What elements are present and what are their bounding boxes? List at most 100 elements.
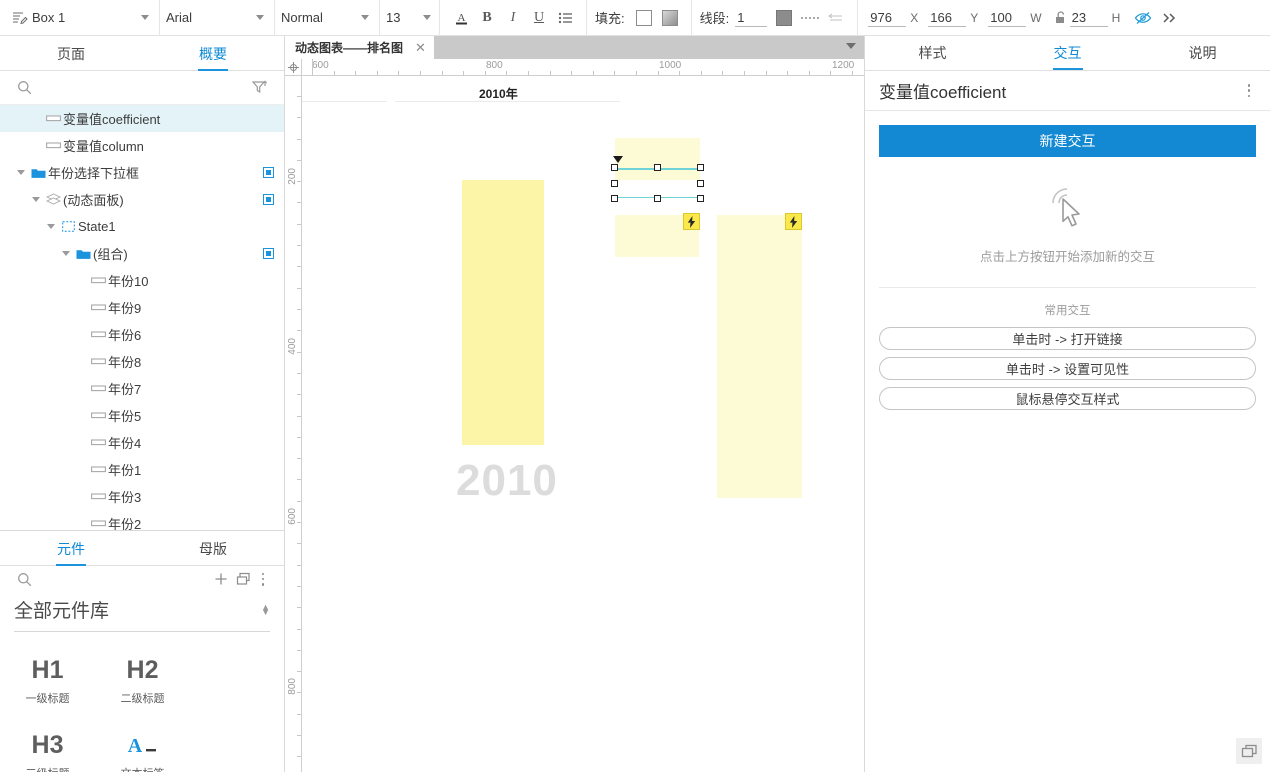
line-arrow-style-button[interactable] bbox=[823, 5, 849, 31]
tab-interactions[interactable]: 交互 bbox=[1000, 36, 1135, 70]
interaction-badge-2[interactable] bbox=[785, 213, 802, 230]
outline-node[interactable]: 年份5 bbox=[0, 402, 284, 429]
h-ruler-tick bbox=[722, 71, 723, 75]
duplicate-icon[interactable] bbox=[232, 566, 256, 592]
kebab-menu-icon[interactable] bbox=[256, 572, 271, 586]
library-widget-item[interactable]: H3 三级标题 bbox=[0, 717, 95, 772]
resize-handle[interactable] bbox=[611, 164, 618, 171]
outline-node[interactable]: 年份7 bbox=[0, 375, 284, 402]
font-color-icon[interactable]: A bbox=[448, 5, 474, 31]
tab-pages[interactable]: 页面 bbox=[0, 36, 142, 71]
common-interaction-item[interactable]: 单击时 -> 打开链接 bbox=[879, 327, 1256, 350]
chevron-down-icon[interactable] bbox=[846, 43, 856, 49]
canvas-tab-active[interactable]: 动态图表——排名图 ✕ bbox=[285, 36, 434, 59]
canvas-surface[interactable]: 2010年 2010 bbox=[302, 76, 864, 772]
library-widget-item[interactable]: A 文本标签 bbox=[95, 717, 190, 772]
font-weight-selector[interactable]: Normal bbox=[275, 0, 380, 36]
outline-node[interactable]: 年份10 bbox=[0, 267, 284, 294]
width-input[interactable] bbox=[988, 8, 1027, 27]
outline-node[interactable]: 年份选择下拉框 bbox=[0, 159, 284, 186]
h-ruler-tick bbox=[355, 71, 356, 75]
plus-icon[interactable] bbox=[210, 566, 232, 592]
bold-button[interactable]: B bbox=[474, 5, 500, 31]
panel-toggle-icon[interactable] bbox=[1236, 738, 1262, 764]
italic-button[interactable]: I bbox=[500, 5, 526, 31]
lock-open-icon[interactable] bbox=[1052, 5, 1070, 31]
outline-node[interactable]: State1 bbox=[0, 213, 284, 240]
outline-node[interactable]: 年份4 bbox=[0, 429, 284, 456]
resize-handle[interactable] bbox=[697, 195, 704, 202]
interaction-badge-1[interactable] bbox=[683, 213, 700, 230]
search-icon[interactable] bbox=[14, 566, 34, 592]
tab-masters[interactable]: 母版 bbox=[142, 531, 284, 566]
library-widget-label: 一级标题 bbox=[25, 693, 70, 705]
ruler-origin-icon[interactable] bbox=[285, 59, 302, 75]
outline-node[interactable]: 变量值coefficient bbox=[0, 105, 284, 132]
twisty-toggle-icon[interactable] bbox=[29, 197, 43, 202]
twisty-toggle-icon[interactable] bbox=[14, 170, 28, 175]
line-width-input[interactable] bbox=[735, 8, 768, 27]
widget-name-selector[interactable]: Box 1 bbox=[0, 0, 160, 36]
bar-1[interactable] bbox=[462, 180, 544, 445]
bar-3[interactable] bbox=[717, 215, 802, 498]
common-interaction-item[interactable]: 鼠标悬停交互样式 bbox=[879, 387, 1256, 410]
resize-handle[interactable] bbox=[611, 179, 618, 187]
outline-node[interactable]: 变量值column bbox=[0, 132, 284, 159]
library-selector[interactable]: 全部元件库 ▲ ▼ bbox=[14, 592, 270, 632]
vertical-ruler[interactable]: 200 400 600 800 bbox=[285, 76, 302, 772]
twisty-toggle-icon[interactable] bbox=[59, 251, 73, 256]
line-color-button[interactable] bbox=[771, 5, 797, 31]
position-x-input[interactable] bbox=[868, 8, 907, 27]
widget-icon bbox=[88, 303, 108, 312]
filter-icon[interactable] bbox=[250, 75, 270, 101]
bullet-list-icon[interactable] bbox=[552, 5, 578, 31]
resize-handle[interactable] bbox=[697, 164, 704, 171]
visibility-toggle[interactable] bbox=[263, 194, 274, 205]
resize-handle[interactable] bbox=[611, 195, 618, 202]
twisty-toggle-icon[interactable] bbox=[44, 224, 58, 229]
outline-node-label: 年份7 bbox=[108, 382, 142, 397]
height-input[interactable] bbox=[1069, 8, 1108, 27]
resize-handle[interactable] bbox=[654, 195, 661, 202]
resize-handle[interactable] bbox=[697, 179, 704, 187]
v-ruler-tick bbox=[297, 522, 301, 523]
new-interaction-button[interactable]: 新建交互 bbox=[879, 125, 1256, 157]
outline-node[interactable]: 年份8 bbox=[0, 348, 284, 375]
outline-node[interactable]: (组合) bbox=[0, 240, 284, 267]
selection-frame[interactable] bbox=[611, 156, 704, 202]
search-icon[interactable] bbox=[14, 75, 34, 101]
close-icon[interactable]: ✕ bbox=[415, 40, 426, 56]
chevron-down-icon bbox=[423, 15, 431, 20]
fill-color-button[interactable] bbox=[631, 5, 657, 31]
horizontal-ruler[interactable]: 600 800 1000 1200 bbox=[285, 59, 864, 76]
line-dash-style-button[interactable] bbox=[797, 5, 823, 31]
common-interaction-item[interactable]: 单击时 -> 设置可见性 bbox=[879, 357, 1256, 380]
font-size-selector[interactable]: 13 bbox=[380, 0, 440, 36]
chevron-double-right-icon[interactable] bbox=[1156, 5, 1182, 31]
eye-hidden-icon[interactable] bbox=[1130, 5, 1156, 31]
kebab-menu-icon[interactable] bbox=[1242, 84, 1257, 97]
visibility-toggle[interactable] bbox=[263, 248, 274, 259]
widget-grid[interactable]: H1一级标题H2二级标题H3三级标题A文本标签A文本段落水平线 bbox=[0, 632, 284, 772]
resize-handle[interactable] bbox=[654, 164, 661, 171]
outline-node[interactable]: (动态面板) bbox=[0, 186, 284, 213]
tab-outline[interactable]: 概要 bbox=[142, 36, 284, 71]
outline-node[interactable]: 年份2 bbox=[0, 510, 284, 530]
library-widget-item[interactable]: H2 二级标题 bbox=[95, 642, 190, 717]
fill-gradient-button[interactable] bbox=[657, 5, 683, 31]
font-family-selector[interactable]: Arial bbox=[160, 0, 275, 36]
outline-node[interactable]: 年份1 bbox=[0, 456, 284, 483]
outline-node[interactable]: 年份9 bbox=[0, 294, 284, 321]
rotate-handle[interactable] bbox=[613, 156, 623, 163]
underline-button[interactable]: U bbox=[526, 5, 552, 31]
tab-style[interactable]: 样式 bbox=[865, 36, 1000, 70]
visibility-toggle[interactable] bbox=[263, 167, 274, 178]
tab-widgets[interactable]: 元件 bbox=[0, 531, 142, 566]
library-widget-item[interactable]: H1 一级标题 bbox=[0, 642, 95, 717]
common-interactions-list[interactable]: 单击时 -> 打开链接 单击时 -> 设置可见性 鼠标悬停交互样式 bbox=[879, 327, 1256, 410]
tab-notes[interactable]: 说明 bbox=[1135, 36, 1270, 70]
outline-node[interactable]: 年份6 bbox=[0, 321, 284, 348]
position-y-input[interactable] bbox=[928, 8, 967, 27]
outline-node[interactable]: 年份3 bbox=[0, 483, 284, 510]
outline-tree[interactable]: 变量值coefficient 变量值column 年份选择下拉框 (动态面板) Stat… bbox=[0, 105, 284, 530]
